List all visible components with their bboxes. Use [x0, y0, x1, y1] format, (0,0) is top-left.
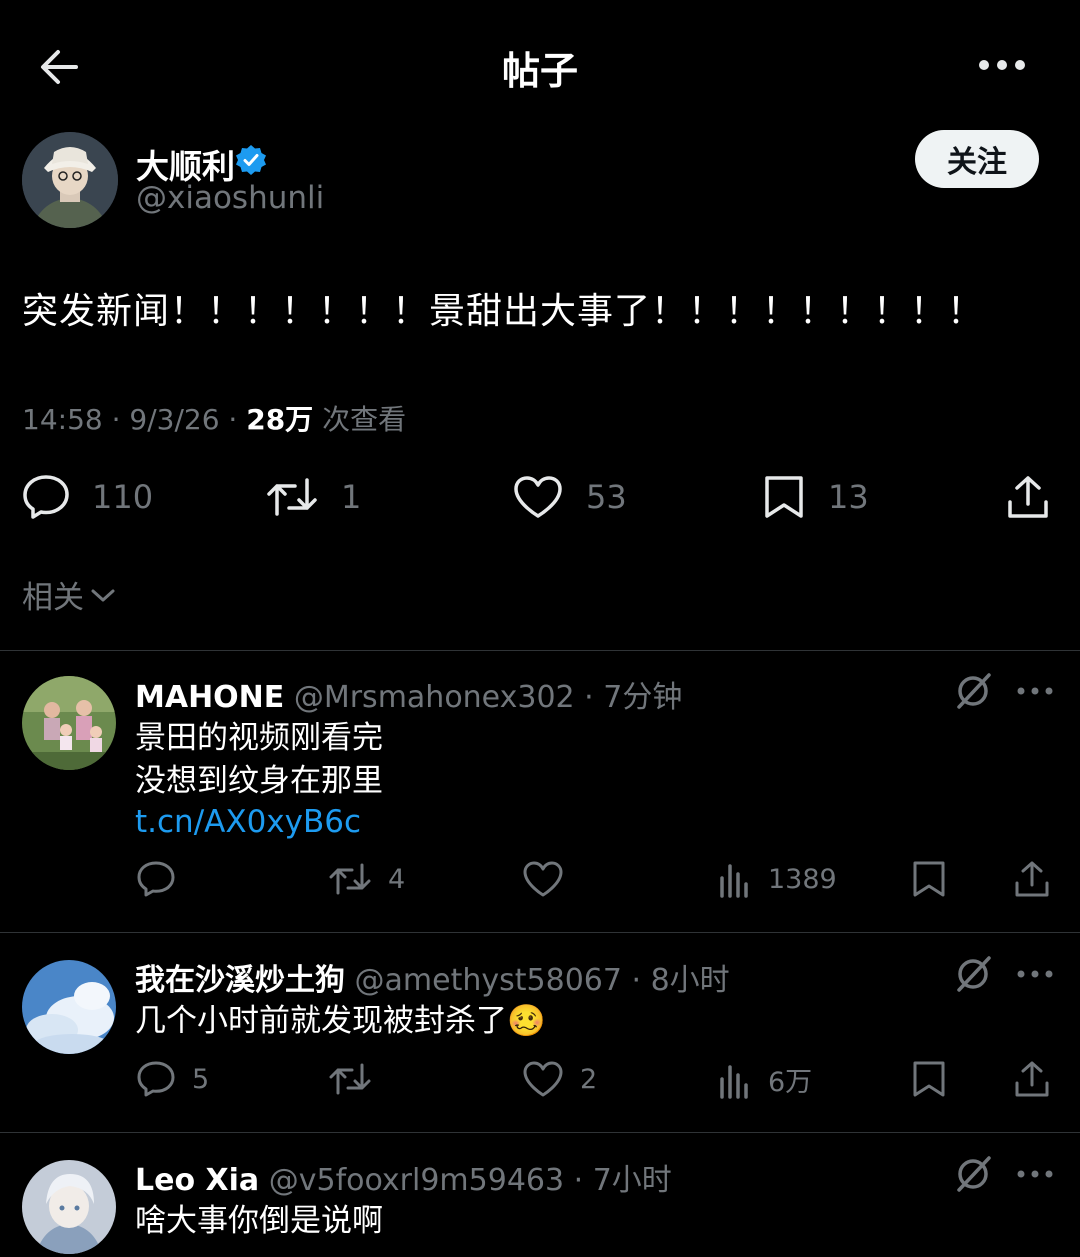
- divider: [0, 932, 1080, 933]
- more-icon[interactable]: [1016, 1167, 1054, 1181]
- reply-text-line: 没想到纹身在那里: [135, 763, 383, 799]
- reply-header: Leo Xia @v5fooxrl9m59463 · 7小时: [135, 1155, 672, 1199]
- reply-button[interactable]: 5: [136, 1060, 209, 1098]
- like-count: 53: [586, 478, 627, 516]
- like-icon: [523, 861, 563, 897]
- like-icon: [514, 476, 562, 518]
- related-label: 相关: [22, 580, 84, 616]
- share-button[interactable]: [1013, 860, 1051, 898]
- reply-icon: [137, 861, 175, 897]
- reply-count: 110: [92, 478, 154, 516]
- grok-icon[interactable]: [953, 954, 993, 994]
- like-count: 2: [580, 1063, 598, 1095]
- bookmark-count: 13: [828, 478, 869, 516]
- reply-time: · 8小时: [621, 963, 730, 998]
- grok-icon[interactable]: [953, 1154, 993, 1194]
- views-count: 6万: [768, 1067, 813, 1098]
- reply-text-line: 景田的视频刚看完: [135, 720, 383, 756]
- more-icon[interactable]: [974, 52, 1030, 78]
- more-icon[interactable]: [1016, 967, 1054, 981]
- reply-author-handle[interactable]: @v5fooxrl9m59463: [269, 1163, 564, 1198]
- bookmark-icon: [765, 476, 803, 518]
- repost-count: 1: [341, 478, 362, 516]
- reply-avatar[interactable]: [22, 676, 116, 770]
- share-button[interactable]: [1005, 474, 1051, 520]
- author-avatar[interactable]: [22, 132, 118, 228]
- reply-icon: [137, 1061, 175, 1097]
- reply-time: · 7小时: [564, 1163, 672, 1198]
- repost-button[interactable]: 4: [328, 860, 405, 898]
- author-handle[interactable]: @xiaoshunli: [136, 180, 324, 216]
- reply-header: MAHONE @Mrsmahonex302 · 7分钟: [135, 672, 682, 716]
- reply-text-line: 几个小时前就发现被封杀了🥴: [135, 1003, 546, 1039]
- bookmark-button[interactable]: 13: [762, 474, 869, 520]
- views-icon: [720, 864, 748, 898]
- reply-author-handle[interactable]: @Mrsmahonex302: [294, 680, 575, 715]
- repost-button[interactable]: [328, 1060, 388, 1098]
- related-toggle[interactable]: 相关: [22, 572, 116, 617]
- reply-icon: [23, 475, 69, 519]
- grok-icon[interactable]: [953, 671, 993, 711]
- verified-badge-icon: [235, 144, 267, 176]
- reply-button[interactable]: [136, 860, 192, 898]
- views-icon: [720, 1064, 748, 1099]
- reply-author-name[interactable]: 我在沙溪炒土狗: [135, 963, 345, 998]
- like-button[interactable]: 53: [512, 474, 627, 520]
- reply-text-line: 啥大事你倒是说啊: [135, 1203, 383, 1239]
- view-count-label: 次查看: [313, 403, 407, 436]
- reply-author-handle[interactable]: @amethyst58067: [355, 963, 622, 998]
- repost-count: 4: [388, 863, 406, 895]
- chevron-down-icon: [91, 589, 115, 601]
- views-count: 1389: [768, 863, 837, 895]
- repost-icon: [329, 1063, 371, 1095]
- reply-avatar[interactable]: [22, 960, 116, 1054]
- like-button[interactable]: 2: [522, 1060, 597, 1098]
- reply-header: 我在沙溪炒土狗 @amethyst58067 · 8小时: [135, 955, 730, 999]
- share-icon: [1015, 861, 1049, 897]
- more-icon[interactable]: [1016, 684, 1054, 698]
- reply-author-name[interactable]: MAHONE: [135, 680, 284, 715]
- bookmark-button[interactable]: [911, 860, 947, 898]
- divider: [0, 1132, 1080, 1133]
- views-button[interactable]: 1389: [718, 860, 837, 898]
- reply-avatar[interactable]: [22, 1160, 116, 1254]
- reply-author-name[interactable]: Leo Xia: [135, 1163, 259, 1198]
- share-button[interactable]: [1013, 1060, 1051, 1098]
- bookmark-icon: [913, 861, 945, 897]
- reply-count: 5: [192, 1063, 210, 1095]
- divider: [0, 650, 1080, 651]
- repost-icon: [267, 478, 317, 516]
- like-icon: [523, 1061, 563, 1097]
- post-text: 突发新闻！！！！！！！景甜出大事了！！！！！！！！！: [22, 291, 985, 332]
- repost-icon: [329, 863, 371, 895]
- repost-button[interactable]: 1: [265, 474, 361, 520]
- bookmark-icon: [913, 1061, 945, 1097]
- page-title: 帖子: [501, 49, 578, 93]
- reply-button[interactable]: 110: [22, 474, 153, 520]
- reply-time: · 7分钟: [574, 680, 683, 715]
- share-icon: [1015, 1061, 1049, 1097]
- reply-link[interactable]: t.cn/AX0xyB6c: [135, 804, 361, 840]
- follow-button[interactable]: 关注: [915, 130, 1039, 188]
- share-icon: [1008, 476, 1048, 518]
- views-button[interactable]: 6万: [718, 1060, 812, 1099]
- bookmark-button[interactable]: [911, 1060, 947, 1098]
- like-button[interactable]: [522, 860, 580, 898]
- post-timestamp: 14:58 · 9/3/26 ·: [22, 403, 247, 436]
- post-meta: 14:58 · 9/3/26 · 28万 次查看: [22, 398, 406, 438]
- view-count: 28万: [246, 403, 314, 436]
